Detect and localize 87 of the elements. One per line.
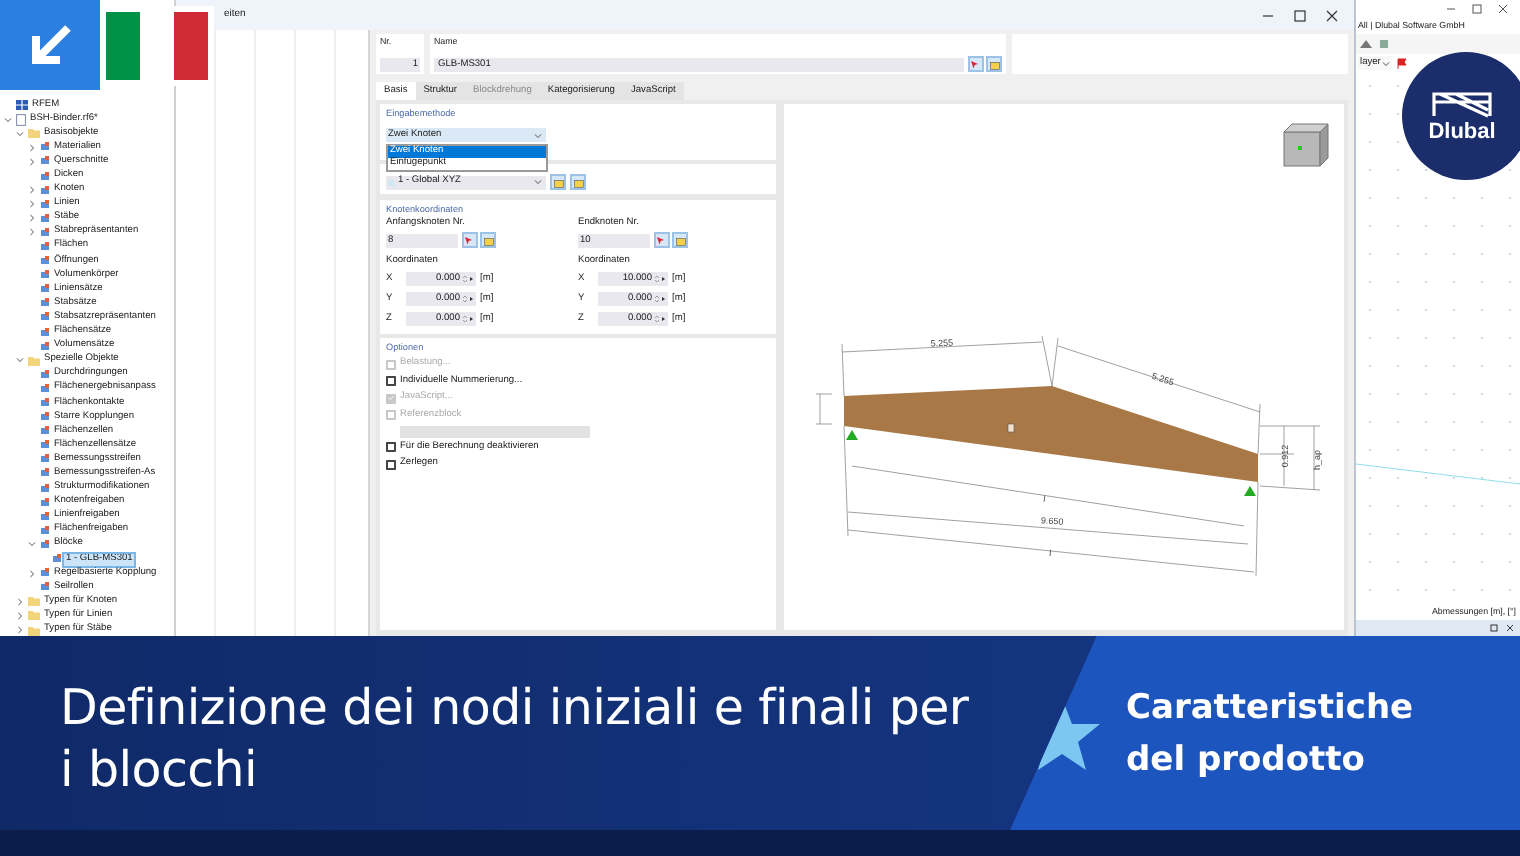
object-icon [39, 582, 49, 593]
chevron-icon[interactable] [28, 200, 36, 209]
chevron-icon[interactable] [28, 214, 36, 223]
folder-icon [483, 235, 493, 246]
cursor-icon [464, 235, 474, 246]
chevron-icon[interactable] [28, 186, 36, 195]
object-icon [39, 241, 49, 252]
badge-text: Caratteristiche del prodotto [1126, 685, 1416, 783]
view-cube-icon[interactable] [1283, 123, 1329, 167]
object-icon [39, 454, 49, 465]
object-icon [39, 256, 49, 267]
close-icon[interactable] [1498, 4, 1508, 14]
close-icon[interactable] [1506, 624, 1514, 632]
object-icon [39, 142, 49, 153]
maximize-icon[interactable] [1472, 4, 1482, 14]
object-icon [39, 440, 49, 451]
object-icon [39, 412, 49, 423]
new-button[interactable] [550, 174, 566, 190]
object-icon [39, 341, 49, 352]
object-icon [39, 284, 49, 295]
object-icon [39, 171, 49, 182]
edit-button[interactable] [967, 56, 983, 72]
spinner-icon [654, 273, 666, 284]
minimize-icon[interactable] [1446, 4, 1456, 14]
cursor-icon [656, 235, 666, 246]
chevron-icon[interactable] [28, 228, 36, 237]
object-icon [39, 156, 49, 167]
object-icon [39, 327, 49, 338]
object-icon [39, 270, 49, 281]
object-icon [39, 298, 49, 309]
pick-button[interactable] [461, 232, 477, 249]
chevron-icon[interactable] [16, 597, 24, 606]
folder-icon [27, 355, 39, 366]
select-button[interactable] [672, 232, 688, 249]
chevron-icon[interactable] [16, 626, 24, 635]
checkbox[interactable] [386, 459, 396, 469]
select-button[interactable] [480, 232, 496, 249]
object-icon [51, 554, 61, 565]
check-icon [388, 394, 394, 402]
object-icon [39, 312, 49, 323]
logo-text: Dlubal [1428, 118, 1496, 146]
object-icon [39, 227, 49, 238]
object-icon [39, 468, 49, 479]
edit-button[interactable] [570, 174, 586, 190]
object-icon [39, 525, 49, 536]
document-icon [15, 113, 25, 126]
object-icon [39, 213, 49, 224]
chevron-icon[interactable] [16, 611, 24, 620]
chevron-icon[interactable] [16, 129, 24, 138]
pin-icon[interactable] [1490, 624, 1498, 632]
spinner-icon [654, 293, 666, 304]
object-icon [39, 568, 49, 579]
maximize-icon[interactable] [1294, 9, 1306, 21]
grid-icon [15, 100, 27, 111]
chevron-icon[interactable] [28, 157, 36, 166]
chevron-icon[interactable] [534, 131, 542, 139]
chevron-icon[interactable] [28, 569, 36, 578]
cursor-icon [970, 59, 980, 69]
pick-button[interactable] [653, 232, 669, 249]
folder-icon [989, 59, 999, 69]
checkbox[interactable] [386, 442, 396, 452]
object-icon [39, 426, 49, 437]
chevron-icon[interactable] [1382, 59, 1391, 67]
object-icon [39, 199, 49, 210]
object-icon [39, 483, 49, 494]
chevron-icon[interactable] [534, 178, 542, 186]
object-icon [39, 511, 49, 522]
spinner-icon [462, 273, 474, 284]
minimize-icon[interactable] [1262, 9, 1274, 21]
spinner-icon [462, 293, 474, 304]
object-icon [39, 539, 49, 550]
folder-icon [27, 128, 39, 139]
chevron-icon[interactable] [28, 143, 36, 152]
object-icon [39, 185, 49, 196]
checkbox[interactable] [386, 376, 396, 386]
object-icon [39, 369, 49, 380]
object-icon [39, 497, 49, 508]
close-icon[interactable] [1326, 9, 1338, 21]
spinner-icon [462, 313, 474, 324]
object-icon [39, 383, 49, 394]
library-button[interactable] [986, 56, 1002, 72]
spinner-icon [654, 313, 666, 324]
bridge-icon [1432, 86, 1492, 118]
flag-icon[interactable] [1396, 57, 1409, 69]
folder-icon [675, 235, 685, 246]
object-icon [39, 398, 49, 409]
banner-title: Definizione dei nodi iniziali e finali per i blocchi [60, 676, 971, 800]
